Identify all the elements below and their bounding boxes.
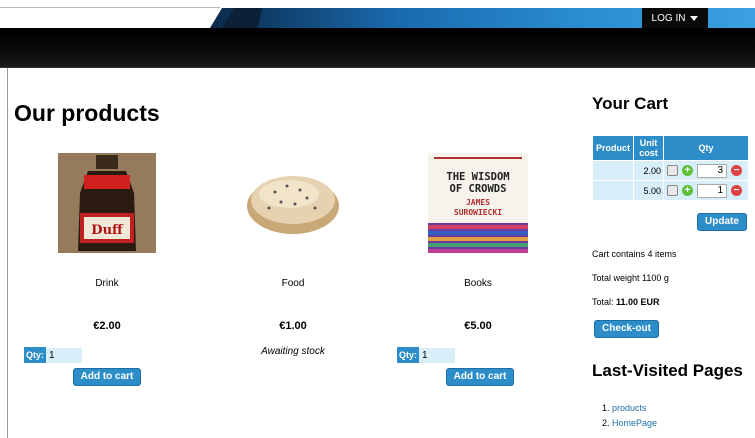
- qty-row-books: Qty:: [397, 347, 455, 363]
- qty-row-drink: Qty:: [24, 347, 82, 363]
- products-title: Our products: [14, 100, 160, 126]
- product-name: Drink: [95, 278, 119, 289]
- header-product: Product: [593, 136, 633, 160]
- drink-logo-text: Duff: [91, 223, 124, 238]
- top-rule: [0, 7, 220, 8]
- update-button[interactable]: Update: [697, 213, 747, 231]
- delete-icon[interactable]: [667, 185, 678, 196]
- drink-image[interactable]: Duff: [57, 150, 157, 256]
- visited-title: Last-Visited Pages: [592, 361, 743, 380]
- cart-row: 5.00 + 1 −: [593, 181, 748, 200]
- cart-unit-cost: 2.00: [634, 161, 663, 180]
- plus-icon[interactable]: +: [682, 185, 693, 196]
- cart-weight: Total weight 1100 g: [592, 273, 669, 283]
- visited-link-homepage[interactable]: HomePage: [612, 418, 657, 428]
- book-author-line1: JAMES: [466, 198, 490, 207]
- product-price: €5.00: [464, 320, 492, 332]
- cart-qty-input[interactable]: 1: [697, 183, 727, 198]
- total-label: Total:: [592, 297, 614, 307]
- product-price: €2.00: [93, 320, 121, 332]
- cart-product: [593, 181, 633, 200]
- qty-input-books[interactable]: [419, 347, 455, 363]
- checkout-button[interactable]: Check-out: [594, 320, 659, 338]
- books-image[interactable]: THE WISDOM OF CROWDS JAMES SUROWIECKI: [428, 150, 528, 256]
- cart-title: Your Cart: [592, 94, 669, 113]
- cart-product: [593, 161, 633, 180]
- product-books: THE WISDOM OF CROWDS JAMES SUROWIECKI Bo…: [418, 150, 538, 332]
- qty-label: Qty:: [397, 347, 419, 363]
- plus-icon[interactable]: +: [682, 165, 693, 176]
- visited-list: products HomePage: [598, 403, 657, 433]
- login-button[interactable]: LOG IN: [642, 8, 708, 28]
- header-qty: Qty: [664, 136, 748, 160]
- minus-icon[interactable]: −: [731, 185, 742, 196]
- product-name: Food: [281, 278, 305, 289]
- page-left-border: [7, 68, 8, 438]
- cart-qty-input[interactable]: 3: [697, 163, 727, 178]
- cart-unit-cost: 5.00: [634, 181, 663, 200]
- product-drink: Duff Drink €2.00: [47, 150, 167, 332]
- delete-icon[interactable]: [667, 165, 678, 176]
- product-name: Books: [464, 278, 492, 289]
- minus-icon[interactable]: −: [731, 165, 742, 176]
- header-bar: [0, 28, 755, 68]
- cart-total: Total: 11.00 EUR: [592, 297, 660, 307]
- list-item: products: [612, 403, 657, 413]
- add-to-cart-button-books[interactable]: Add to cart: [446, 368, 514, 386]
- product-food: Food €1.00 Awaiting stock: [233, 150, 353, 357]
- product-price: €1.00: [279, 320, 307, 332]
- cart-table: Product Unit cost Qty 2.00 + 3 − 5.00 + …: [592, 135, 749, 201]
- total-value: 11.00 EUR: [616, 297, 660, 307]
- stock-status: Awaiting stock: [261, 346, 325, 357]
- book-author-line2: SUROWIECKI: [454, 208, 502, 217]
- qty-label: Qty:: [24, 347, 46, 363]
- list-item: HomePage: [612, 418, 657, 428]
- qty-input-drink[interactable]: [46, 347, 82, 363]
- cart-items-count: Cart contains 4 items: [592, 249, 677, 259]
- food-image[interactable]: [243, 150, 343, 256]
- header-unit-cost: Unit cost: [634, 136, 663, 160]
- book-title-line2: OF CROWDS: [450, 183, 507, 195]
- book-title-line1: THE WISDOM: [446, 171, 509, 183]
- login-label: LOG IN: [651, 12, 686, 24]
- cart-row: 2.00 + 3 −: [593, 161, 748, 180]
- add-to-cart-button-drink[interactable]: Add to cart: [73, 368, 141, 386]
- visited-link-products[interactable]: products: [612, 403, 647, 413]
- caret-down-icon: [690, 15, 699, 21]
